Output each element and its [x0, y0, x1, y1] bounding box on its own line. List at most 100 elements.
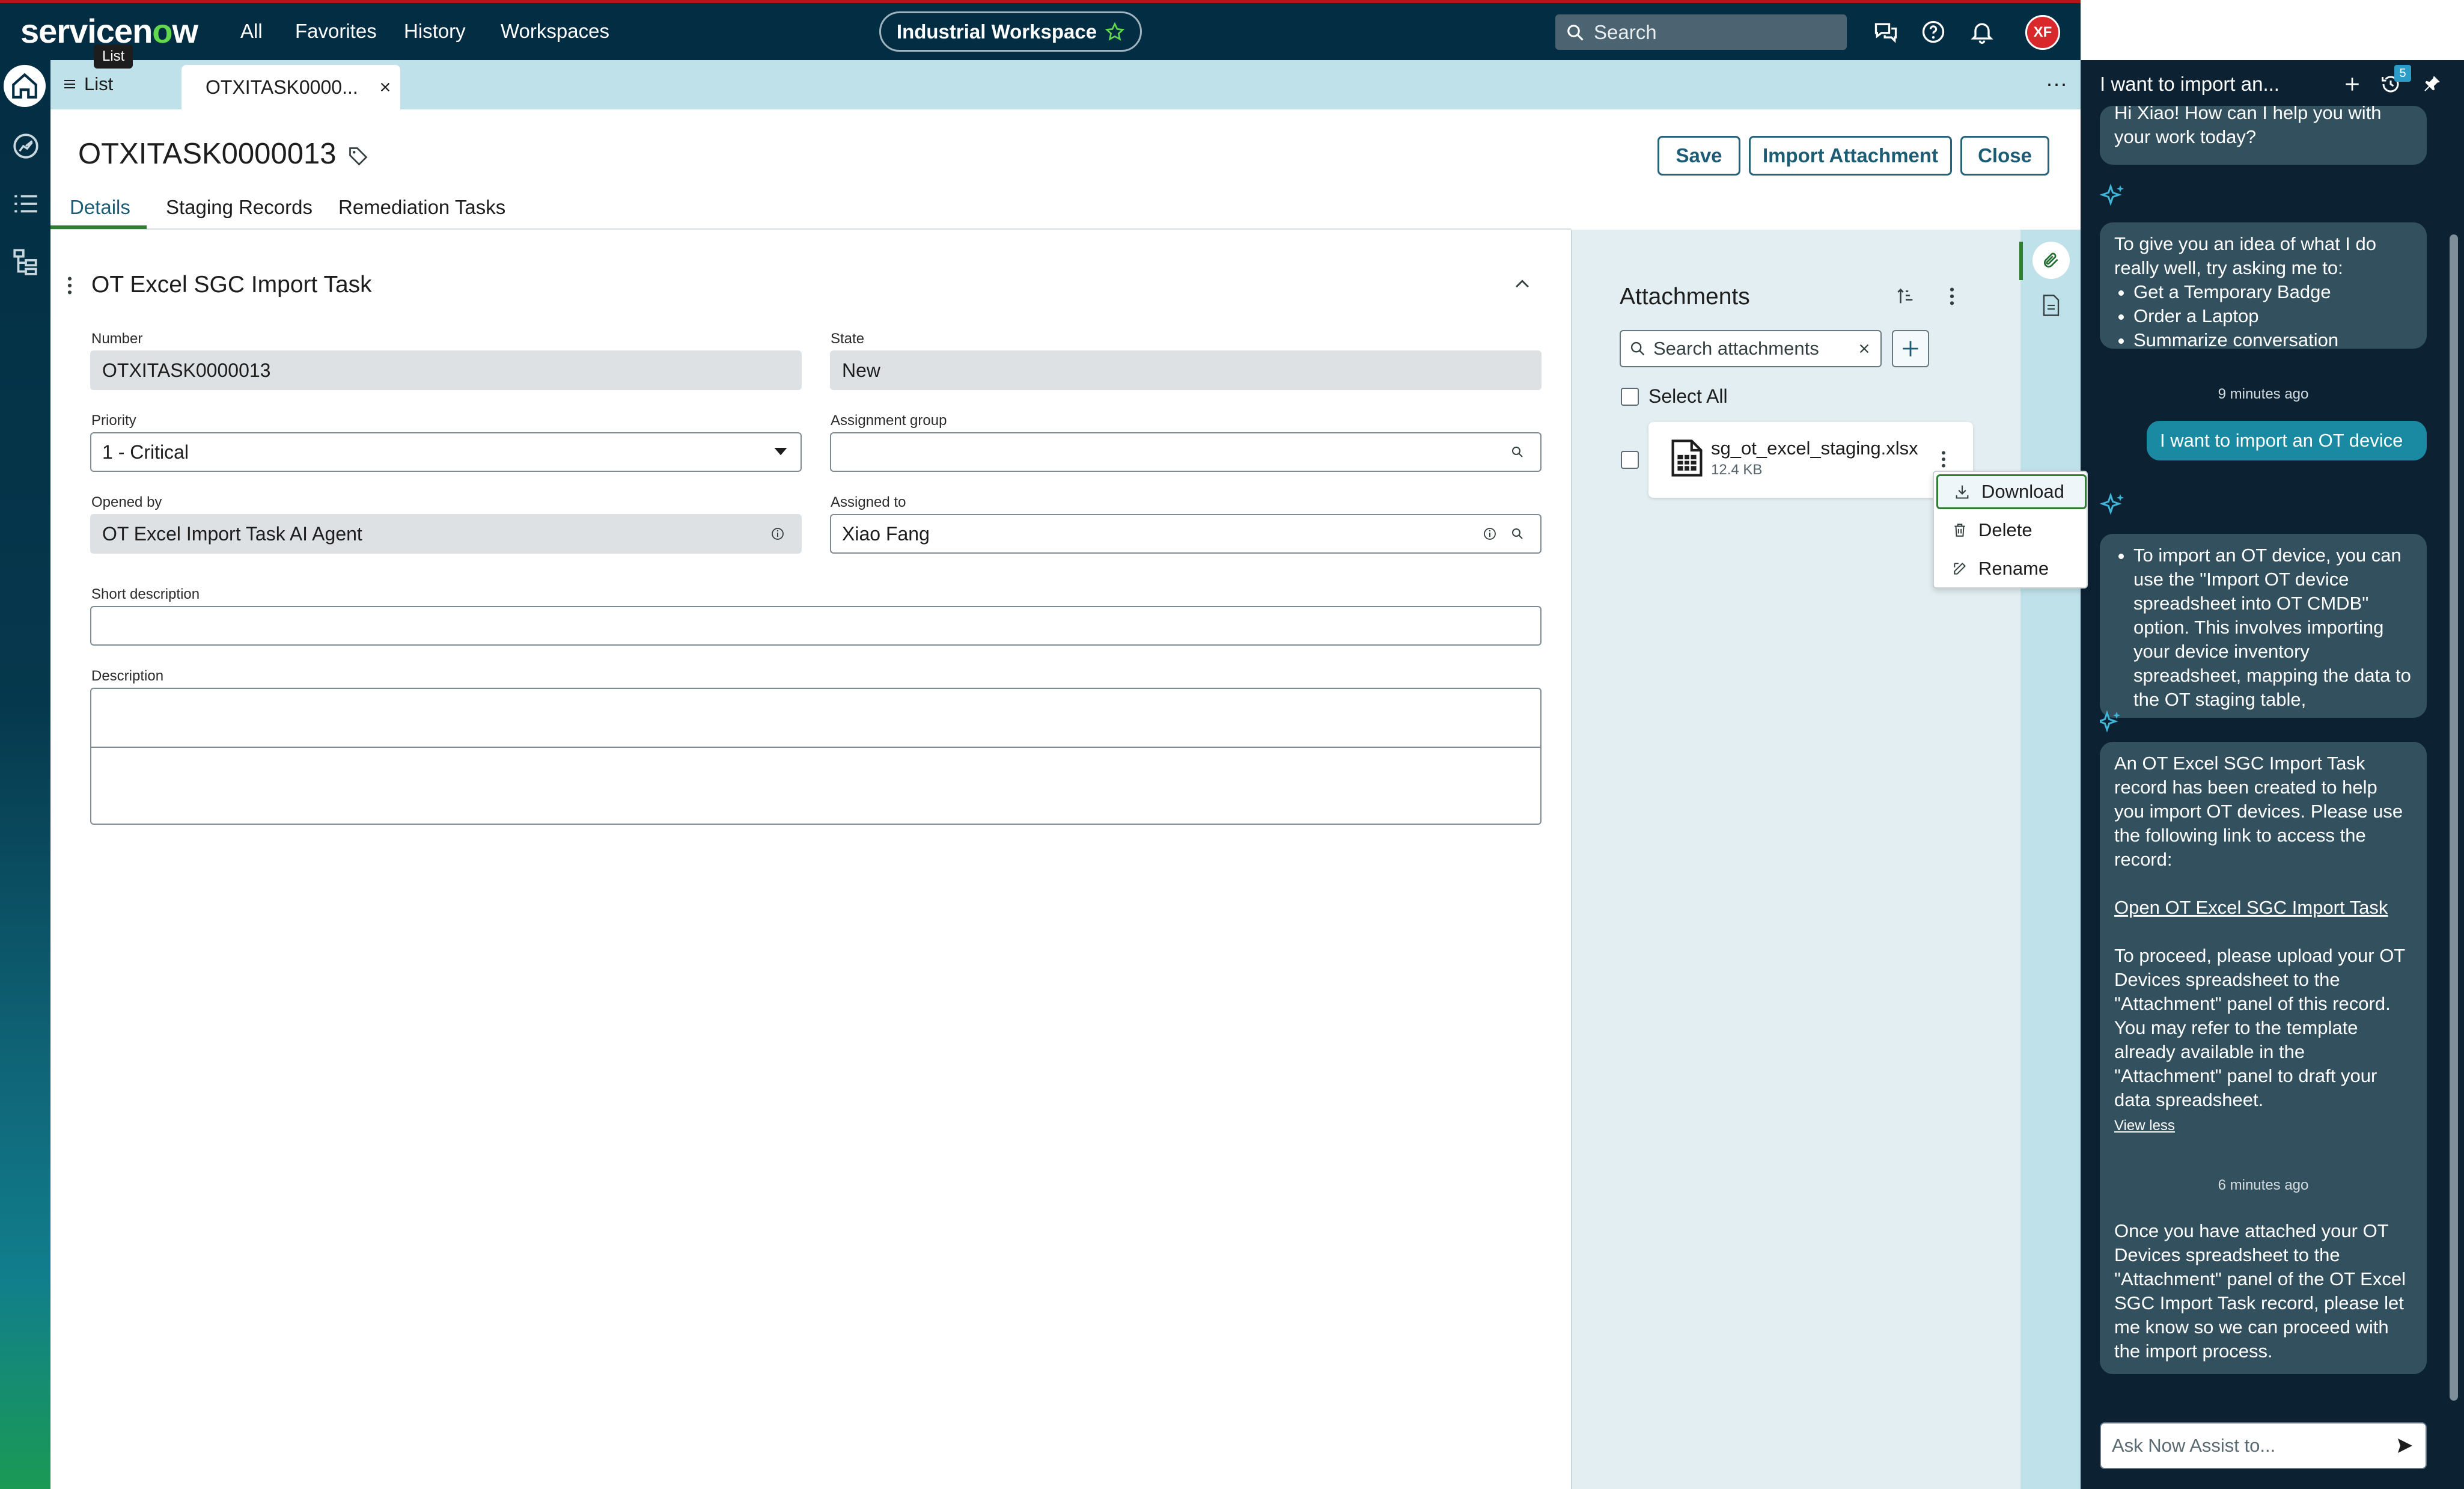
- tab-record-label: OTXITASK0000...: [206, 76, 358, 98]
- import-attachment-button[interactable]: Import Attachment: [1749, 136, 1952, 176]
- info-icon[interactable]: [1483, 527, 1497, 541]
- view-less-link[interactable]: View less: [2114, 1118, 2175, 1134]
- info-icon[interactable]: [770, 527, 785, 541]
- nav-favorites[interactable]: Favorites: [295, 20, 377, 43]
- tab-list[interactable]: List: [63, 73, 113, 95]
- description-field[interactable]: [90, 747, 1542, 825]
- tab-record[interactable]: OTXITASK0000...: [181, 65, 400, 109]
- tree-icon[interactable]: [11, 246, 41, 277]
- more-options-icon[interactable]: [1947, 286, 1957, 307]
- paperclip-icon: [2044, 252, 2058, 268]
- bell-icon[interactable]: [1969, 19, 1995, 45]
- nav-history[interactable]: History: [404, 20, 466, 43]
- star-icon[interactable]: [1105, 22, 1125, 41]
- description-toolbar-area[interactable]: [90, 688, 1542, 748]
- nav-workspaces[interactable]: Workspaces: [501, 20, 609, 43]
- assignment-group-field[interactable]: [830, 432, 1542, 472]
- reply-text: An OT Excel SGC Import Task record has b…: [2114, 753, 2403, 870]
- assignment-group-label: Assignment group: [831, 412, 947, 429]
- tab-details[interactable]: Details: [70, 196, 130, 219]
- suggestion-item[interactable]: Get a Temporary Badge: [2133, 280, 2412, 304]
- send-icon[interactable]: [2395, 1436, 2415, 1455]
- reply-text: To import an OT device, you can use the …: [2133, 543, 2412, 712]
- timestamp: 6 minutes ago: [2218, 1177, 2309, 1193]
- assistant-message: Once you have attached your OT Devices s…: [2100, 1209, 2427, 1374]
- document-icon[interactable]: [2042, 295, 2060, 316]
- help-icon[interactable]: [1920, 19, 1947, 45]
- close-button[interactable]: Close: [1960, 136, 2049, 176]
- lookup-search-icon[interactable]: [1510, 527, 1525, 541]
- add-attachment-button[interactable]: [1892, 330, 1929, 367]
- suggestion-item[interactable]: Summarize conversation: [2133, 328, 2412, 352]
- home-icon: [12, 73, 37, 99]
- number-field[interactable]: OTXITASK0000013: [90, 350, 802, 390]
- clear-icon[interactable]: [1858, 342, 1871, 355]
- attachments-rail-button[interactable]: [2032, 242, 2070, 279]
- section-menu-icon[interactable]: [65, 275, 75, 296]
- tab-strip: List OTXITASK0000... ···: [50, 60, 2081, 109]
- right-rail: [2019, 230, 2081, 1489]
- opened-by-label: Opened by: [91, 494, 162, 510]
- chat-bubbles-icon[interactable]: [1873, 19, 1899, 45]
- menu-item-delete[interactable]: Delete: [1936, 513, 2087, 548]
- home-button[interactable]: [4, 65, 46, 107]
- suggest-intro: To give you an idea of what I do really …: [2114, 233, 2377, 278]
- attachments-search-input[interactable]: Search attachments: [1620, 330, 1882, 367]
- chat-title: I want to import an...: [2100, 73, 2280, 95]
- trash-icon: [1954, 524, 1965, 537]
- suggestion-item[interactable]: Order a Laptop: [2133, 304, 2412, 328]
- close-tab-icon[interactable]: [379, 81, 392, 94]
- state-field[interactable]: New: [830, 350, 1542, 390]
- short-description-field[interactable]: [90, 606, 1542, 646]
- menu-item-download[interactable]: Download: [1936, 474, 2087, 509]
- global-search[interactable]: Search: [1555, 14, 1847, 50]
- reply-list: To import an OT device, you can use the …: [2114, 543, 2412, 712]
- assigned-to-value: Xiao Fang: [842, 522, 930, 545]
- assigned-to-actions: [1483, 527, 1525, 541]
- save-button[interactable]: Save: [1657, 136, 1740, 176]
- search-placeholder: Search: [1594, 20, 1657, 43]
- dashboard-icon[interactable]: [11, 131, 41, 161]
- divider: [50, 228, 1571, 230]
- new-chat-icon[interactable]: [2343, 75, 2362, 94]
- assistant-message: Hi Xiao! How can I help you with your wo…: [2100, 106, 2427, 165]
- menu-item-rename[interactable]: Rename: [1936, 551, 2087, 586]
- nav-all[interactable]: All: [240, 20, 263, 43]
- sparkle-icon: [2100, 492, 2124, 515]
- tab-remediation-tasks[interactable]: Remediation Tasks: [338, 196, 505, 219]
- tab-staging-records[interactable]: Staging Records: [166, 196, 313, 219]
- opened-by-field[interactable]: OT Excel Import Task AI Agent: [90, 514, 802, 554]
- assigned-to-field[interactable]: Xiao Fang: [830, 514, 1542, 554]
- sort-icon[interactable]: [1895, 286, 1916, 307]
- logo-o-mark: o: [152, 12, 172, 50]
- priority-select[interactable]: 1 - Critical: [90, 432, 802, 472]
- open-task-link[interactable]: Open OT Excel SGC Import Task: [2114, 897, 2388, 918]
- workspace-switcher[interactable]: Industrial Workspace: [879, 11, 1142, 52]
- search-icon: [1630, 341, 1645, 356]
- more-tabs-button[interactable]: ···: [2046, 71, 2067, 96]
- tooltip: List: [94, 44, 133, 69]
- file-checkbox[interactable]: [1621, 451, 1639, 469]
- avatar[interactable]: XF: [2025, 15, 2060, 50]
- menu-item-label: Download: [1981, 481, 2064, 502]
- reply-text: To proceed, please upload your OT Device…: [2114, 945, 2405, 1110]
- chevron-up-icon[interactable]: [1512, 274, 1532, 295]
- spreadsheet-file-icon: [1671, 439, 1703, 477]
- chat-input[interactable]: Ask Now Assist to...: [2100, 1422, 2427, 1469]
- file-menu-icon[interactable]: [1939, 450, 1948, 469]
- menu-item-label: Rename: [1978, 558, 2049, 579]
- list-icon[interactable]: [11, 189, 41, 219]
- top-navigation-bar: servicenow All Favorites History Workspa…: [0, 0, 2081, 60]
- sparkle-icon: [2100, 183, 2124, 206]
- plus-icon: [1903, 341, 1918, 356]
- lookup-search-icon[interactable]: [1510, 445, 1525, 459]
- download-icon: [1956, 485, 1969, 499]
- attachment-card[interactable]: sg_ot_excel_staging.xlsx 12.4 KB: [1648, 422, 1973, 498]
- pin-icon[interactable]: [2422, 73, 2442, 94]
- page-title: OTXITASK0000013: [78, 138, 337, 170]
- file-name[interactable]: sg_ot_excel_staging.xlsx: [1711, 438, 1918, 459]
- tag-icon[interactable]: [347, 145, 369, 167]
- logo-text-end: w: [172, 12, 199, 50]
- select-all-checkbox[interactable]: [1621, 388, 1639, 406]
- chat-scrollbar[interactable]: [2450, 234, 2458, 1401]
